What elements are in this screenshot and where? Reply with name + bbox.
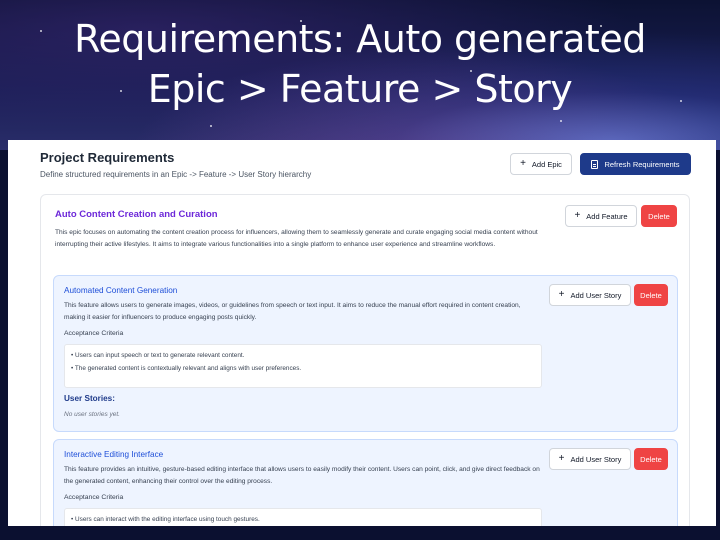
epic-description: This epic focuses on automating the cont…	[55, 229, 538, 248]
add-epic-button[interactable]: + Add Epic	[510, 153, 572, 175]
page-header: Project Requirements Define structured r…	[40, 150, 691, 190]
acceptance-criteria-box: • Users can input speech or text to gene…	[64, 344, 542, 388]
add-user-story-button[interactable]: + Add User Story	[549, 448, 631, 470]
epic-card: Auto Content Creation and Curation This …	[40, 194, 690, 526]
page-subtitle: Define structured requirements in an Epi…	[40, 170, 312, 179]
refresh-requirements-button[interactable]: Refresh Requirements	[580, 153, 691, 175]
add-user-story-label: Add User Story	[570, 290, 622, 300]
star	[210, 125, 212, 127]
acceptance-criteria-box: • Users can interact with the editing in…	[64, 508, 542, 526]
add-feature-label: Add Feature	[586, 211, 628, 221]
feature-title: Automated Content Generation	[64, 286, 178, 295]
delete-feature-label: Delete	[640, 290, 662, 300]
plus-icon: +	[520, 158, 526, 169]
app-screenshot: Project Requirements Define structured r…	[8, 140, 716, 526]
delete-epic-label: Delete	[648, 211, 670, 221]
acceptance-criterion: • The generated content is contextually …	[71, 365, 302, 372]
acceptance-criterion: • Users can input speech or text to gene…	[71, 352, 245, 359]
epic-title: Auto Content Creation and Curation	[55, 209, 218, 220]
add-epic-label: Add Epic	[531, 159, 562, 169]
plus-icon: +	[558, 289, 565, 300]
star	[560, 120, 562, 122]
add-user-story-button[interactable]: + Add User Story	[549, 284, 631, 306]
document-icon	[591, 159, 599, 169]
feature-description: This feature allows users to generate im…	[64, 302, 521, 321]
feature-card: Automated Content Generation This featur…	[53, 275, 678, 432]
feature-description: This feature provides an intuitive, gest…	[64, 466, 540, 485]
slide-title-line-2: Epic > Feature > Story	[147, 67, 573, 111]
delete-feature-button[interactable]: Delete	[634, 448, 668, 470]
add-feature-button[interactable]: + Add Feature	[565, 205, 637, 227]
acceptance-criterion: • Users can interact with the editing in…	[71, 516, 260, 523]
refresh-requirements-label: Refresh Requirements	[604, 159, 680, 169]
slide-title-line-1: Requirements: Auto generated	[74, 17, 646, 61]
delete-feature-button[interactable]: Delete	[634, 284, 668, 306]
plus-icon: +	[558, 453, 565, 464]
acceptance-criteria-label: Acceptance Criteria	[64, 494, 124, 501]
delete-feature-label: Delete	[640, 454, 662, 464]
plus-icon: +	[574, 210, 581, 221]
add-user-story-label: Add User Story	[570, 454, 622, 464]
user-stories-label: User Stories:	[64, 394, 115, 403]
user-stories-empty-text: No user stories yet.	[64, 411, 120, 418]
slide-title: Requirements: Auto generated Epic > Feat…	[0, 14, 720, 114]
feature-card: Interactive Editing Interface This featu…	[53, 439, 678, 526]
page-title: Project Requirements	[40, 150, 175, 165]
delete-epic-button[interactable]: Delete	[641, 205, 677, 227]
acceptance-criteria-label: Acceptance Criteria	[64, 330, 124, 337]
feature-title: Interactive Editing Interface	[64, 450, 164, 459]
